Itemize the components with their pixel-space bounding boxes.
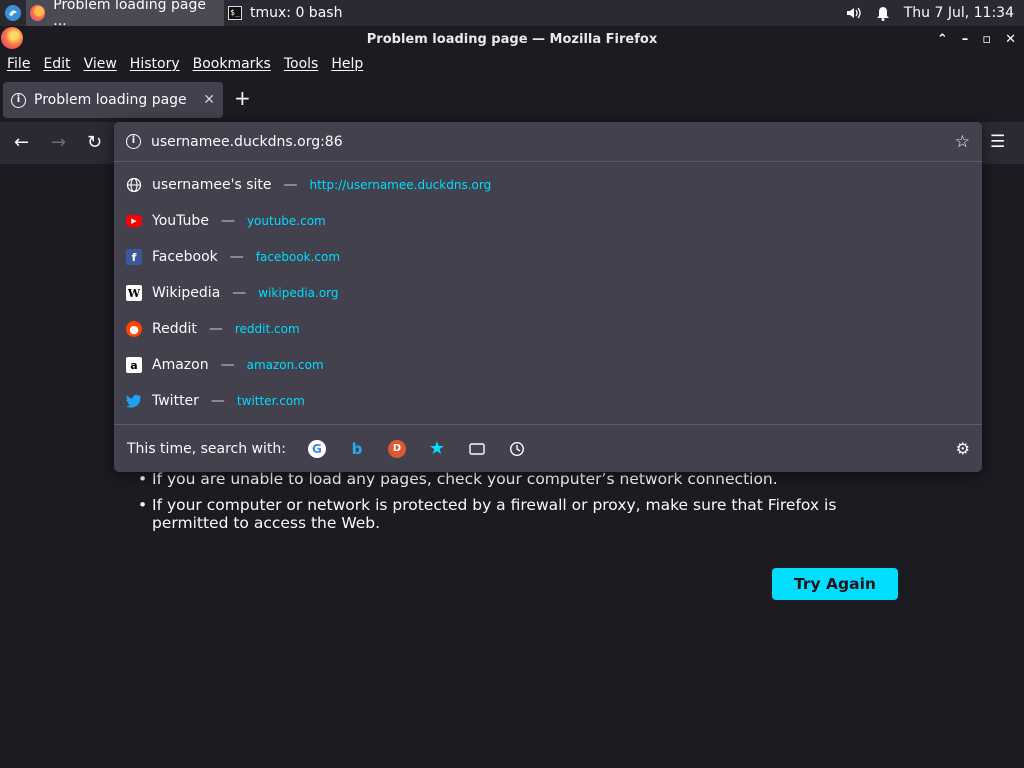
try-again-button[interactable]: Try Again [772, 568, 898, 600]
suggestion-item[interactable]: Twitter — twitter.com [114, 383, 982, 419]
suggestion-item[interactable]: ● Reddit — reddit.com [114, 311, 982, 347]
terminal-icon: $_ [228, 6, 242, 20]
duckduckgo-icon[interactable]: D [387, 439, 406, 458]
suggestion-title: Reddit [152, 321, 197, 337]
forward-button[interactable]: → [51, 132, 66, 153]
separator: — [220, 357, 235, 373]
notifications-bell-icon[interactable] [876, 6, 890, 21]
suggestion-title: Twitter [152, 393, 199, 409]
bing-icon[interactable]: b [348, 440, 366, 458]
tabs-icon[interactable] [468, 440, 486, 458]
menu-tools[interactable]: Tools [284, 56, 319, 72]
suggestion-list: usernamee's site — http://usernamee.duck… [114, 167, 982, 419]
urlbar-dropdown: i usernamee.duckdns.org:86 ☆ usernamee's… [114, 122, 982, 472]
app-menu-button[interactable]: ☰ [990, 132, 1005, 152]
menu-edit[interactable]: Edit [43, 56, 70, 72]
urlbar[interactable]: i usernamee.duckdns.org:86 ☆ [114, 122, 982, 162]
window-titlebar: Problem loading page — Mozilla Firefox ⌃… [0, 26, 1024, 52]
info-icon: i [11, 92, 26, 108]
urlbar-input[interactable]: usernamee.duckdns.org:86 [151, 134, 343, 150]
start-menu-icon [5, 5, 21, 21]
history-icon[interactable] [508, 440, 526, 458]
firefox-window-icon [1, 27, 23, 49]
menu-view[interactable]: View [84, 56, 117, 72]
chevron-up-icon[interactable]: ⌃ [937, 32, 948, 47]
minimize-button[interactable]: – [962, 32, 969, 47]
suggestion-title: Facebook [152, 249, 218, 265]
bullet-firewall: If your computer or network is protected… [138, 496, 908, 532]
separator: — [208, 321, 223, 337]
suggestion-url: http://usernamee.duckdns.org [309, 178, 492, 192]
separator: — [220, 213, 235, 229]
bullet-network: If you are unable to load any pages, che… [138, 470, 908, 488]
taskbar-terminal[interactable]: $_ tmux: 0 bash [224, 0, 350, 26]
close-tab-icon[interactable]: ✕ [203, 92, 215, 108]
suggestion-url: youtube.com [246, 214, 326, 228]
twitter-icon [126, 394, 141, 408]
wikipedia-icon: W [126, 285, 142, 301]
facebook-icon: f [126, 249, 142, 265]
suggestion-url: twitter.com [236, 394, 305, 408]
google-icon[interactable]: G [307, 439, 326, 458]
gear-icon[interactable]: ⚙ [956, 439, 970, 458]
suggestion-title: Amazon [152, 357, 209, 373]
start-menu-button[interactable] [0, 0, 26, 26]
separator: — [210, 393, 225, 409]
suggestion-title: YouTube [152, 213, 209, 229]
suggestion-url: amazon.com [246, 358, 324, 372]
suggestion-item[interactable]: f Facebook — facebook.com [114, 239, 982, 275]
separator: — [229, 249, 244, 265]
separator: — [232, 285, 247, 301]
back-button[interactable]: ← [14, 132, 29, 153]
menu-history[interactable]: History [130, 56, 180, 72]
bookmark-star-icon[interactable]: ☆ [955, 132, 970, 152]
globe-icon [126, 177, 142, 193]
amazon-icon: a [126, 357, 142, 373]
taskbar-firefox[interactable]: Problem loading page ... [26, 0, 224, 29]
taskbar-firefox-label: Problem loading page ... [53, 0, 206, 29]
suggestion-item[interactable]: usernamee's site — http://usernamee.duck… [114, 167, 982, 203]
separator: — [283, 177, 298, 193]
suggestion-title: Wikipedia [152, 285, 221, 301]
suggestion-item[interactable]: W Wikipedia — wikipedia.org [114, 275, 982, 311]
error-suggestions: If you are unable to load any pages, che… [138, 470, 908, 540]
bookmarks-icon[interactable]: ★ [428, 438, 446, 459]
search-with-label: This time, search with: [127, 440, 286, 457]
site-info-icon[interactable]: i [126, 134, 141, 149]
suggestion-url: reddit.com [234, 322, 300, 336]
one-off-search-bar: This time, search with: G b D ★ ⚙ [114, 424, 982, 472]
maximize-button[interactable]: ▫ [982, 32, 991, 47]
clock[interactable]: Thu 7 Jul, 11:34 [904, 5, 1014, 21]
suggestion-item[interactable]: ▶ YouTube — youtube.com [114, 203, 982, 239]
tab-problem-loading[interactable]: i Problem loading page ✕ [3, 82, 223, 118]
menu-bar: File Edit View History Bookmarks Tools H… [0, 52, 1024, 76]
menu-help[interactable]: Help [331, 56, 363, 72]
volume-icon[interactable] [846, 6, 862, 20]
reddit-icon: ● [126, 321, 142, 337]
menu-bookmarks[interactable]: Bookmarks [193, 56, 271, 72]
new-tab-button[interactable]: + [234, 86, 251, 110]
tab-title: Problem loading page [34, 92, 187, 108]
firefox-icon [30, 5, 46, 21]
taskbar-terminal-label: tmux: 0 bash [250, 5, 343, 21]
suggestion-item[interactable]: a Amazon — amazon.com [114, 347, 982, 383]
menu-file[interactable]: File [7, 56, 30, 72]
close-window-button[interactable]: ✕ [1005, 32, 1016, 47]
youtube-icon: ▶ [126, 215, 142, 227]
suggestion-url: wikipedia.org [258, 286, 339, 300]
suggestion-title: usernamee's site [152, 177, 272, 193]
desktop-panel: Problem loading page ... $_ tmux: 0 bash… [0, 0, 1024, 29]
suggestion-url: facebook.com [255, 250, 341, 264]
tab-strip: i Problem loading page ✕ + [0, 76, 1024, 122]
reload-button[interactable]: ↻ [87, 132, 102, 153]
window-title: Problem loading page — Mozilla Firefox [366, 31, 658, 47]
